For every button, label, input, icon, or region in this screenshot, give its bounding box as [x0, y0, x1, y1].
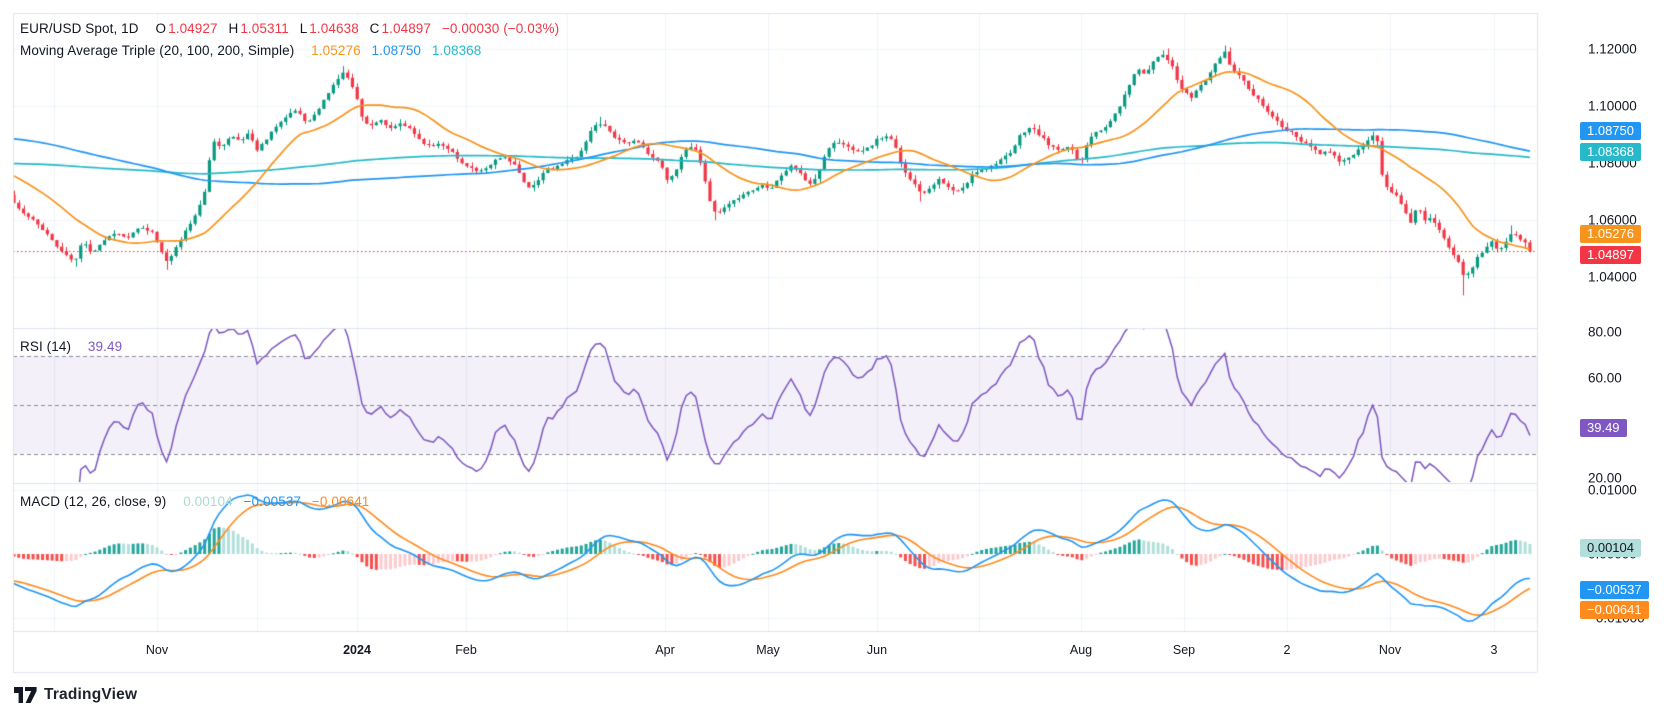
time-axis-label: Aug	[1069, 643, 1093, 657]
macd-legend[interactable]: MACD (12, 26, close, 9) 0.00104 −0.00537…	[20, 494, 369, 509]
rsi-title: RSI (14)	[20, 339, 72, 354]
rsi-value: 39.49	[87, 339, 123, 354]
ma-legend[interactable]: Moving Average Triple (20, 100, 200, Sim…	[20, 43, 481, 58]
tradingview-brand-text: TradingView	[44, 686, 138, 703]
macd-signal-badge: −0.00641	[1580, 601, 1649, 619]
price-axis-label: 1.12000	[1588, 41, 1637, 57]
low-key: L	[299, 21, 308, 36]
change-value: −0.00030 (−0.03%)	[441, 21, 560, 36]
rsi-axis-label: 80.00	[1588, 324, 1622, 340]
time-axis-label: Nov	[145, 643, 169, 657]
price-axis-label: 1.04000	[1588, 269, 1637, 285]
macd-axis-label: 0.01000	[1588, 482, 1637, 498]
close-key: C	[369, 21, 380, 36]
rsi-axis-label: 60.00	[1588, 370, 1622, 386]
price-chart-plot[interactable]	[0, 0, 1674, 718]
ma100-price-badge: 1.08750	[1580, 122, 1641, 140]
high-key: H	[228, 21, 239, 36]
symbol-legend[interactable]: EUR/USD Spot, 1D O 1.04927 H 1.05311 L 1.04…	[20, 21, 559, 36]
macd-title: MACD (12, 26, close, 9)	[20, 494, 167, 509]
last-price-badge: 1.04897	[1580, 246, 1641, 264]
ma200-value: 1.08368	[431, 43, 482, 58]
time-axis-label: 2	[1283, 643, 1291, 657]
symbol-title: EUR/USD Spot, 1D	[20, 21, 139, 36]
rsi-legend[interactable]: RSI (14) 39.49	[20, 339, 122, 354]
macd-signal-value: −0.00641	[311, 494, 370, 509]
open-value: 1.04927	[168, 21, 218, 36]
macd-line-value: −0.00537	[243, 494, 302, 509]
open-key: O	[155, 21, 167, 36]
time-axis-label: Jun	[866, 643, 888, 657]
rsi-value-badge: 39.49	[1580, 419, 1627, 437]
time-axis-label: Feb	[455, 643, 477, 657]
high-value: 1.05311	[240, 21, 289, 36]
macd-line-badge: −0.00537	[1580, 581, 1649, 599]
ma100-value: 1.08750	[371, 43, 422, 58]
ma20-value: 1.05276	[311, 43, 361, 58]
tradingview-logo-icon	[14, 687, 37, 703]
ma-title: Moving Average Triple (20, 100, 200, Sim…	[20, 43, 295, 58]
low-value: 1.04638	[309, 21, 359, 36]
tradingview-chart: EUR/USD Spot, 1D O 1.04927 H 1.05311 L 1.04…	[0, 0, 1674, 718]
time-axis-label: Apr	[655, 643, 675, 657]
time-axis-label: Sep	[1172, 643, 1196, 657]
tradingview-attribution-link[interactable]: TradingView	[14, 686, 137, 704]
ma20-price-badge: 1.05276	[1580, 225, 1641, 243]
close-value: 1.04897	[381, 21, 432, 36]
time-axis-label: Nov	[1378, 643, 1402, 657]
time-axis-label: 3	[1490, 643, 1498, 657]
time-axis-label: May	[756, 643, 780, 657]
ma200-price-badge: 1.08368	[1580, 143, 1641, 161]
price-axis-label: 1.10000	[1588, 98, 1637, 114]
macd-hist-value: 0.00104	[183, 494, 233, 509]
macd-hist-badge: 0.00104	[1580, 539, 1641, 557]
time-axis-label: 2024	[343, 643, 371, 657]
